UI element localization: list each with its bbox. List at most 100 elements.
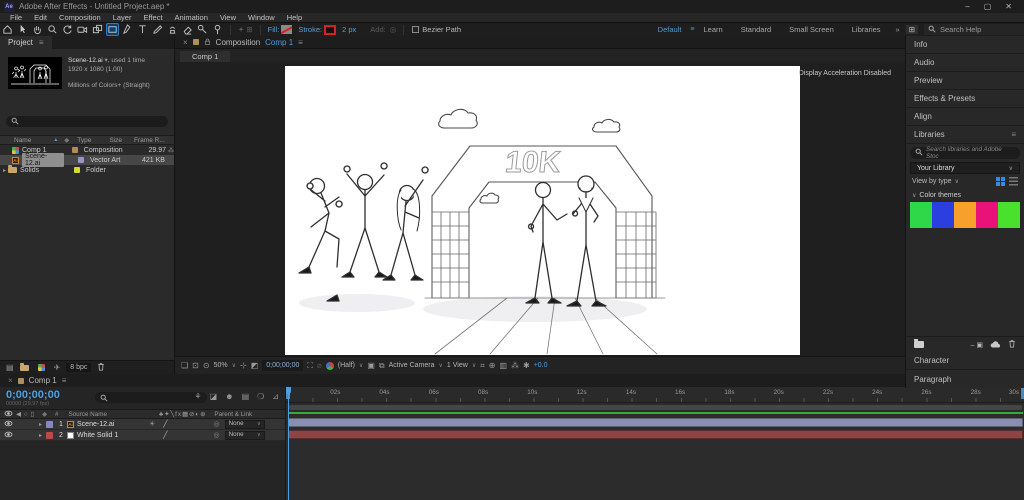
lock-column-icon[interactable]: ▯ [31, 411, 34, 418]
more-workspaces-icon[interactable]: » [890, 25, 906, 34]
close-panel-icon[interactable]: × [8, 376, 13, 385]
viewer-tab-comp1[interactable]: Comp 1 [180, 51, 231, 62]
delete-library-item-icon[interactable] [1008, 339, 1016, 350]
composition-canvas[interactable]: 10K [285, 66, 800, 355]
stroke-label[interactable]: Stroke: [298, 25, 322, 34]
color-swatch[interactable] [976, 202, 998, 228]
menu-window[interactable]: Window [242, 13, 281, 22]
color-swatch[interactable] [932, 202, 954, 228]
playhead-line[interactable] [288, 387, 289, 500]
home-icon[interactable] [1, 23, 14, 36]
layer-label-chip[interactable] [46, 431, 54, 439]
layer-duration-bar-1[interactable] [288, 418, 1023, 427]
layer-name[interactable]: White Solid 1 [77, 432, 149, 439]
rectangle-tool-icon[interactable] [106, 23, 119, 36]
rotate-tool-icon[interactable] [61, 23, 74, 36]
channels-icon[interactable] [325, 361, 334, 370]
layer-visibility-icon[interactable] [4, 420, 13, 429]
parent-pickwhip-icon[interactable]: ◎ [214, 420, 220, 428]
stroke-color-swatch[interactable] [324, 24, 337, 35]
timeline-search-input[interactable] [95, 392, 207, 403]
shy-layers-icon[interactable]: ☻ [225, 392, 233, 401]
index-column[interactable]: # [55, 411, 59, 418]
column-frame-rate[interactable]: Frame R... [134, 137, 165, 144]
mask-visibility-icon[interactable]: ▣ [367, 361, 375, 370]
library-select[interactable]: Your Library ∨ [910, 162, 1020, 174]
new-composition-icon[interactable] [37, 364, 45, 371]
lock-icon[interactable] [204, 37, 211, 48]
audio-column-icon[interactable]: ◀ [16, 411, 21, 418]
panel-character[interactable]: Character [906, 352, 1024, 370]
layer-row-1[interactable]: ▸ 1 Ai Scene-12.ai ☀ ╱ ◎ None ∨ [0, 419, 285, 430]
add-library-folder-icon[interactable] [914, 339, 924, 348]
menu-edit[interactable]: Edit [28, 13, 53, 22]
project-row-scene12[interactable]: Ai Scene-12.ai Vector Art 421 KB [0, 153, 174, 168]
menu-help[interactable]: Help [281, 13, 308, 22]
minimize-button[interactable]: – [965, 2, 969, 11]
menu-view[interactable]: View [214, 13, 242, 22]
project-bit-depth[interactable]: 8 bpc [66, 363, 92, 372]
graph-editor-icon[interactable]: ⊿ [272, 392, 279, 401]
parent-select[interactable]: None ∨ [224, 419, 265, 429]
column-name[interactable]: Name [14, 137, 31, 144]
adjust-project-icon[interactable]: ✈ [54, 363, 61, 372]
layer-row-2[interactable]: ▸ 2 White Solid 1 ☀ ╱ ◎ None ∨ [0, 430, 285, 441]
label-color-chip[interactable] [74, 167, 81, 174]
fast-previews-icon[interactable]: ⊕ [489, 361, 496, 370]
menu-composition[interactable]: Composition [53, 13, 107, 22]
workspace-standard[interactable]: Standard [732, 25, 780, 34]
menu-animation[interactable]: Animation [169, 13, 214, 22]
panel-menu-icon[interactable]: ≡ [298, 38, 303, 47]
column-size[interactable]: Size [109, 137, 122, 144]
panel-menu-icon[interactable]: ≡ [39, 38, 44, 47]
project-search-input[interactable] [6, 116, 168, 128]
motion-blur-icon[interactable]: ❍ [257, 392, 264, 401]
time-ruler[interactable]: 02s 04s 06s 08s 10s 12s 14s 16s 18s 20s … [286, 387, 1024, 403]
menu-file[interactable]: File [4, 13, 28, 22]
new-folder-icon[interactable] [19, 362, 29, 371]
color-swatch[interactable] [998, 202, 1020, 228]
project-tab[interactable]: Project ≡ [0, 36, 52, 49]
search-help-box[interactable]: Search Help [924, 24, 1024, 35]
view-layout-camera-select[interactable]: Active Camera [389, 362, 435, 369]
composition-viewer[interactable]: 10K Display Acceleration Disabled [175, 62, 905, 356]
label-column-icon[interactable]: ◆ [64, 136, 69, 144]
source-name-column[interactable]: Source Name [68, 411, 107, 418]
exposure-value[interactable]: +0.0 [534, 362, 548, 369]
view-count-select[interactable]: 1 View [447, 362, 468, 369]
layer-name[interactable]: Scene-12.ai [77, 421, 149, 428]
delete-item-icon[interactable] [97, 362, 105, 373]
workspace-default[interactable]: Default [649, 25, 691, 34]
transparency-grid-icon[interactable]: ◩ [251, 361, 259, 370]
magnification-icon[interactable]: ⊙ [203, 361, 210, 370]
panel-audio[interactable]: Audio [906, 54, 1024, 72]
stroke-width-value[interactable]: 2 px [342, 25, 356, 34]
puppet-pin-tool-icon[interactable] [211, 23, 224, 36]
close-panel-icon[interactable]: × [183, 38, 188, 47]
libraries-search-input[interactable]: Search libraries and Adobe Stoc [910, 146, 1020, 160]
current-timecode[interactable]: 0;00;00;00 [6, 389, 60, 401]
region-of-interest-icon[interactable]: ⊹ [240, 361, 247, 370]
workspace-switcher-icon[interactable]: ⊞ [905, 25, 918, 34]
workspace-learn[interactable]: Learn [695, 25, 732, 34]
project-row-solids[interactable]: ▸ Solids Folder [0, 165, 174, 175]
brush-tool-icon[interactable] [151, 23, 164, 36]
expander-icon[interactable]: ▸ [39, 421, 42, 428]
color-swatch[interactable] [954, 202, 976, 228]
mini-flowchart-icon[interactable]: ⚘ [194, 392, 201, 401]
reset-exposure-icon[interactable]: ✱ [523, 361, 530, 370]
parent-link-column[interactable]: Parent & Link [214, 411, 252, 418]
panel-menu-icon[interactable]: ≡ [62, 376, 67, 385]
flowchart-button-icon[interactable]: ⁂ [511, 361, 519, 370]
panel-menu-icon[interactable]: ≡ [1011, 130, 1016, 139]
hand-tool-icon[interactable] [31, 23, 44, 36]
color-swatch[interactable] [910, 202, 932, 228]
bezier-path-checkbox[interactable] [412, 26, 420, 33]
pen-tool-icon[interactable] [121, 23, 134, 36]
layer-duration-bar-2[interactable] [288, 430, 1023, 439]
footage-name[interactable]: Scene-12.ai [68, 57, 103, 64]
video-column-icon[interactable] [4, 410, 13, 419]
quality-switch-icon[interactable]: ╱ [163, 420, 167, 428]
grid-view-icon[interactable] [996, 177, 1005, 186]
expander-icon[interactable]: ▸ [3, 167, 6, 174]
